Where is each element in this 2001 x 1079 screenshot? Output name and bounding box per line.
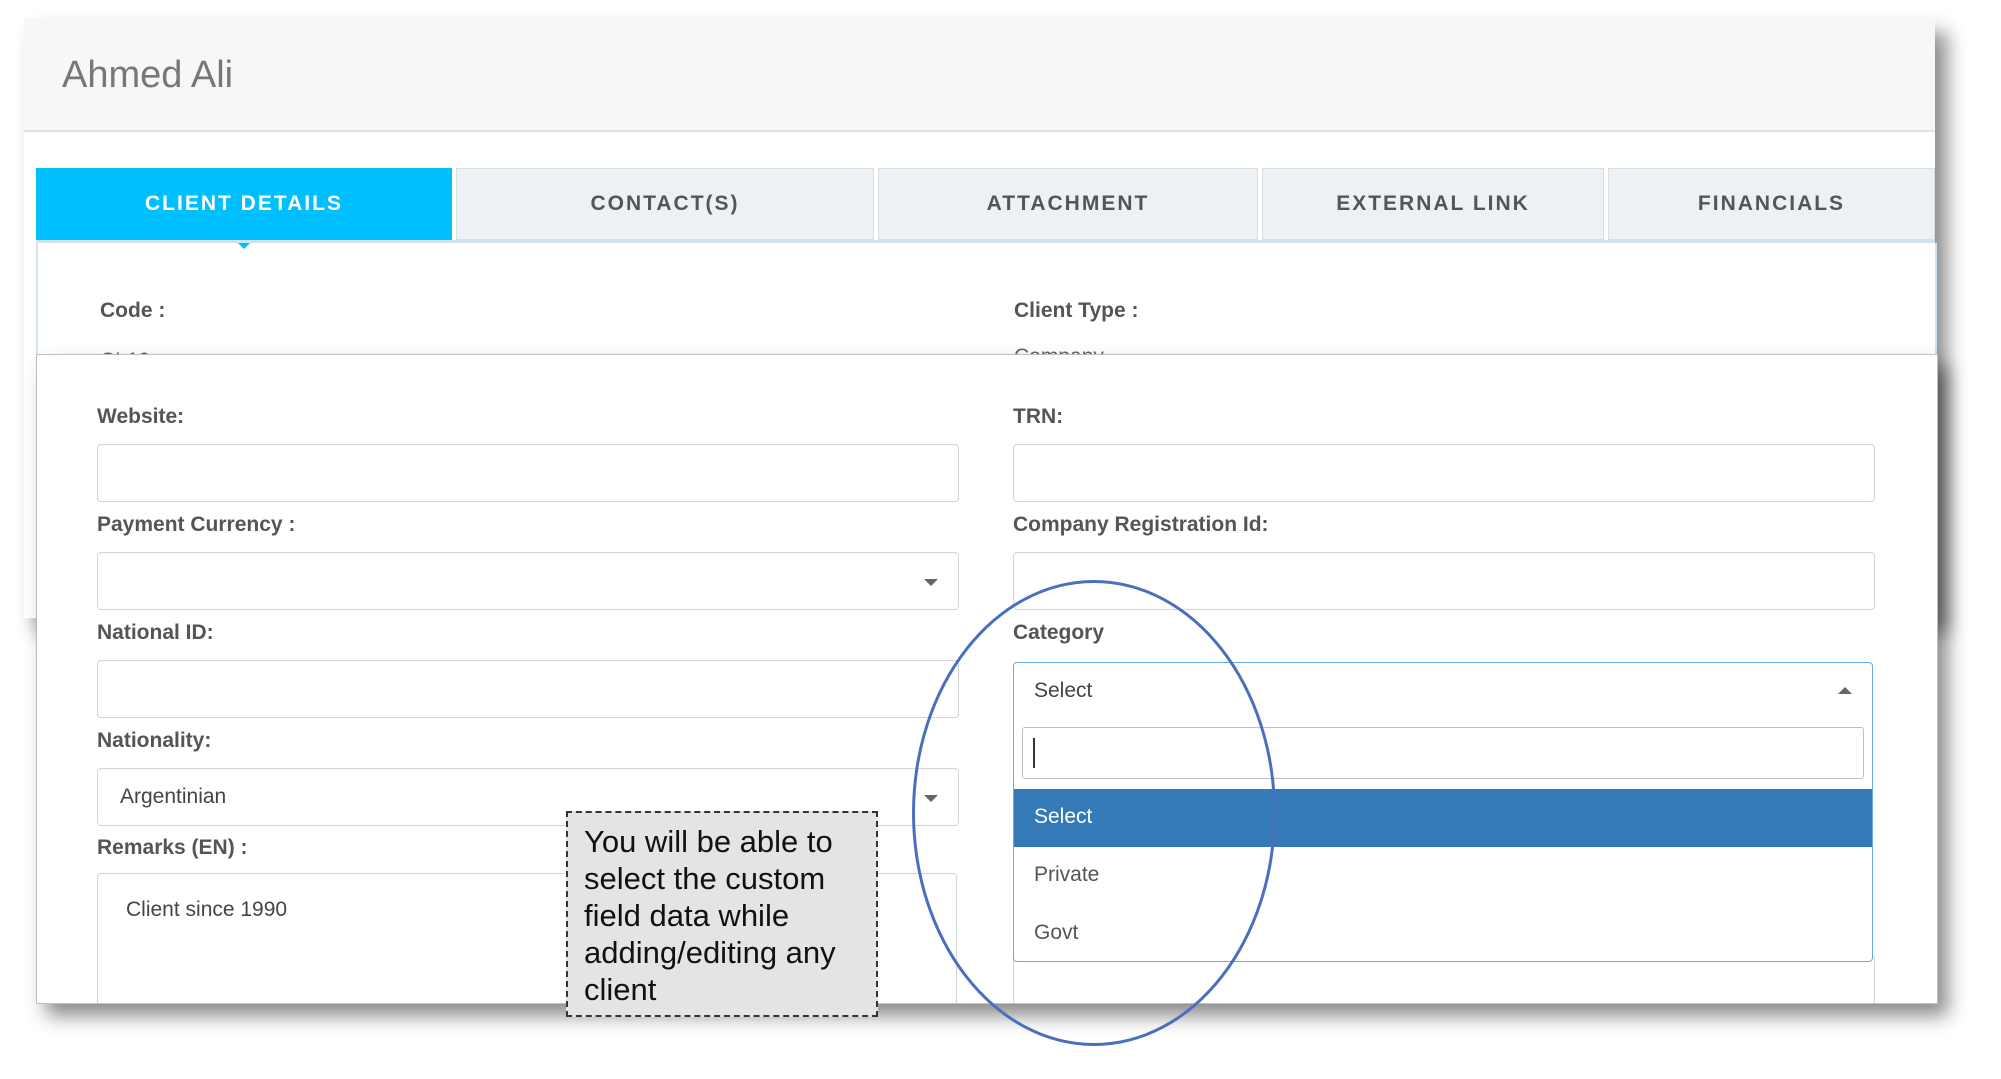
details-body: Code : CL10 Client Type : Company [36,243,1937,372]
chevron-up-icon [1838,687,1852,694]
chevron-down-icon [924,579,938,586]
tab-attachment[interactable]: ATTACHMENT [878,168,1258,240]
client-type-label: Client Type : [1014,299,1139,322]
nationality-value: Argentinian [120,785,227,808]
tab-financials[interactable]: FINANCIALS [1608,168,1935,240]
remarks-label: Remarks (EN) : [97,836,248,859]
annotation-callout: You will be able to select the custom fi… [566,811,878,1017]
national-id-input[interactable] [97,660,959,718]
website-input[interactable] [97,444,959,502]
trn-input[interactable] [1013,444,1875,502]
payment-currency-select[interactable] [97,552,959,610]
website-label: Website: [97,405,185,428]
remarks-value: Client since 1990 [126,898,288,921]
tab-contacts[interactable]: CONTACT(S) [456,168,874,240]
highlight-ellipse [912,580,1276,1046]
tab-client-details[interactable]: CLIENT DETAILS [36,168,452,249]
page-header: Ahmed Ali [24,18,1935,132]
national-id-label: National ID: [97,621,214,644]
code-label: Code : [100,299,166,322]
payment-currency-label: Payment Currency : [97,513,296,536]
trn-label: TRN: [1013,405,1064,428]
company-registration-label: Company Registration Id: [1013,513,1269,536]
nationality-label: Nationality: [97,729,212,752]
tab-external-link[interactable]: EXTERNAL LINK [1262,168,1604,240]
client-name-title: Ahmed Ali [62,54,234,96]
tab-bar: CLIENT DETAILS CONTACT(S) ATTACHMENT EXT… [36,168,1935,249]
